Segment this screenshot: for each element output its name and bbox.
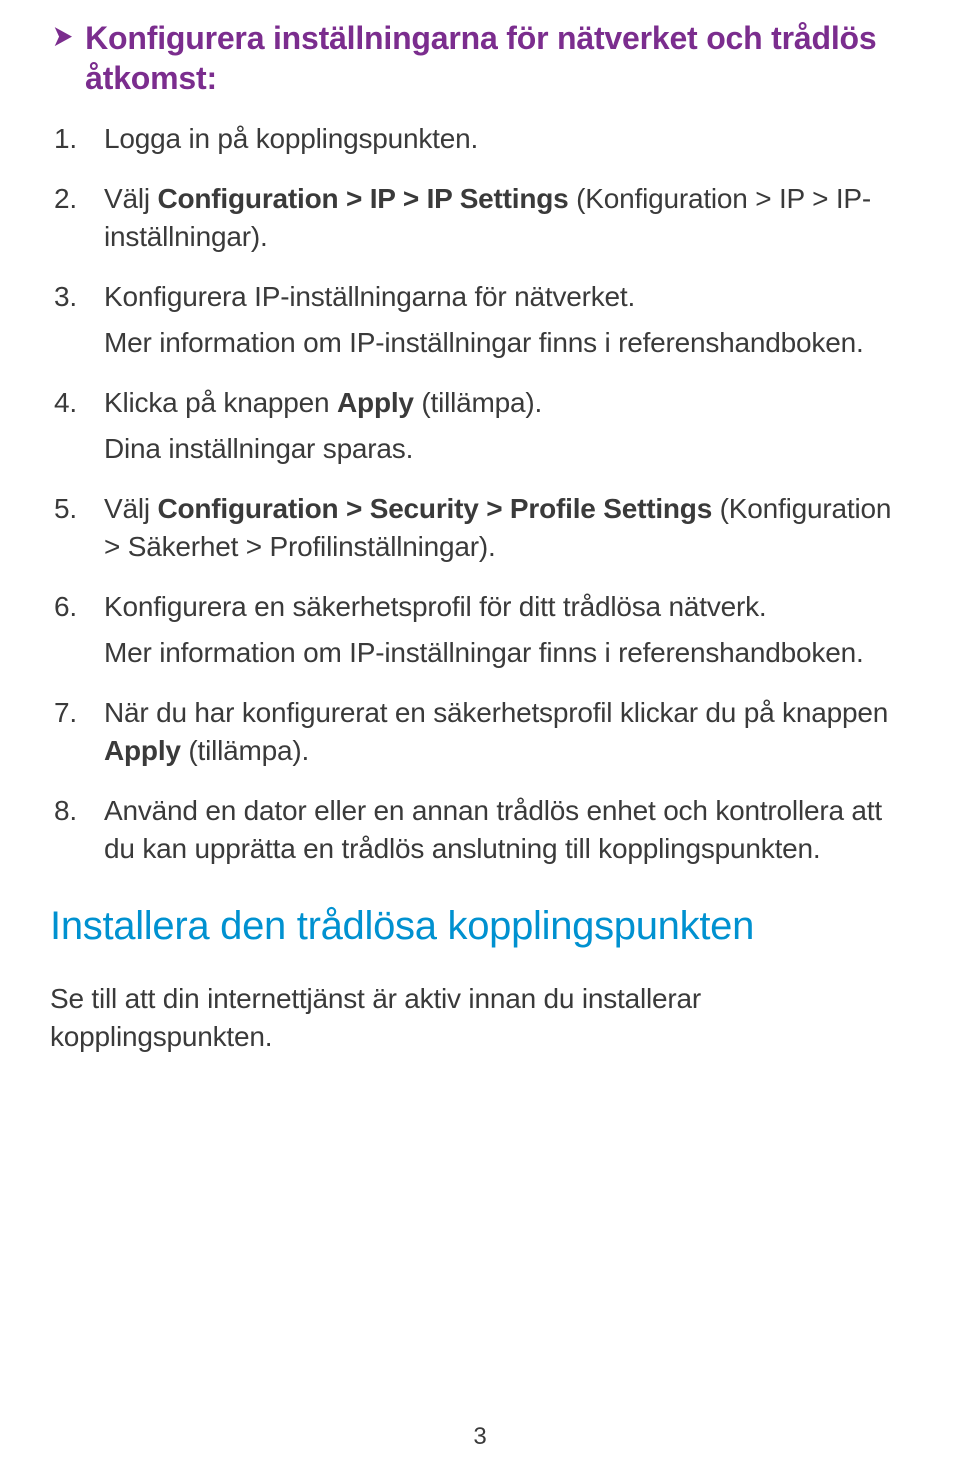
step-bold: Configuration > Security > Profile Setti…: [157, 493, 712, 524]
list-item: Klicka på knappen Apply (tillämpa). Dina…: [50, 384, 910, 468]
step-bold: Configuration > IP > IP Settings: [157, 183, 568, 214]
arrow-right-icon: ➤: [52, 18, 73, 56]
section-heading-row: ➤ Konfigurera inställningarna för nätver…: [50, 18, 910, 98]
step-text: Använd en dator eller en annan trådlös e…: [104, 795, 882, 864]
step-text: Konfigurera en säkerhetsprofil för ditt …: [104, 591, 767, 622]
step-pre: Klicka på knappen: [104, 387, 337, 418]
step-post: (tillämpa).: [414, 387, 542, 418]
list-item: Använd en dator eller en annan trådlös e…: [50, 792, 910, 868]
section-paragraph: Se till att din internettjänst är aktiv …: [50, 980, 910, 1056]
step-pre: Välj: [104, 493, 157, 524]
step-text: Konfigurera IP-inställningarna för nätve…: [104, 281, 635, 312]
step-post: (tillämpa).: [181, 735, 309, 766]
section-title: Installera den trådlösa kopplingspunkten: [50, 902, 910, 950]
step-bold: Apply: [337, 387, 414, 418]
step-sub: Mer information om IP-inställningar finn…: [104, 634, 910, 672]
steps-list: Logga in på kopplingspunkten. Välj Confi…: [50, 120, 910, 868]
list-item: Konfigurera IP-inställningarna för nätve…: [50, 278, 910, 362]
list-item: Logga in på kopplingspunkten.: [50, 120, 910, 158]
list-item: Välj Configuration > Security > Profile …: [50, 490, 910, 566]
list-item: När du har konfigurerat en säkerhetsprof…: [50, 694, 910, 770]
step-pre: Välj: [104, 183, 157, 214]
list-item: Konfigurera en säkerhetsprofil för ditt …: [50, 588, 910, 672]
step-pre: När du har konfigurerat en säkerhetsprof…: [104, 697, 888, 728]
step-text: Logga in på kopplingspunkten.: [104, 123, 478, 154]
page-number: 3: [0, 1423, 960, 1451]
list-item: Välj Configuration > IP > IP Settings (K…: [50, 180, 910, 256]
step-bold: Apply: [104, 735, 181, 766]
step-sub: Dina inställningar sparas.: [104, 430, 910, 468]
section-heading: Konfigurera inställningarna för nätverke…: [85, 18, 910, 98]
step-sub: Mer information om IP-inställningar finn…: [104, 324, 910, 362]
